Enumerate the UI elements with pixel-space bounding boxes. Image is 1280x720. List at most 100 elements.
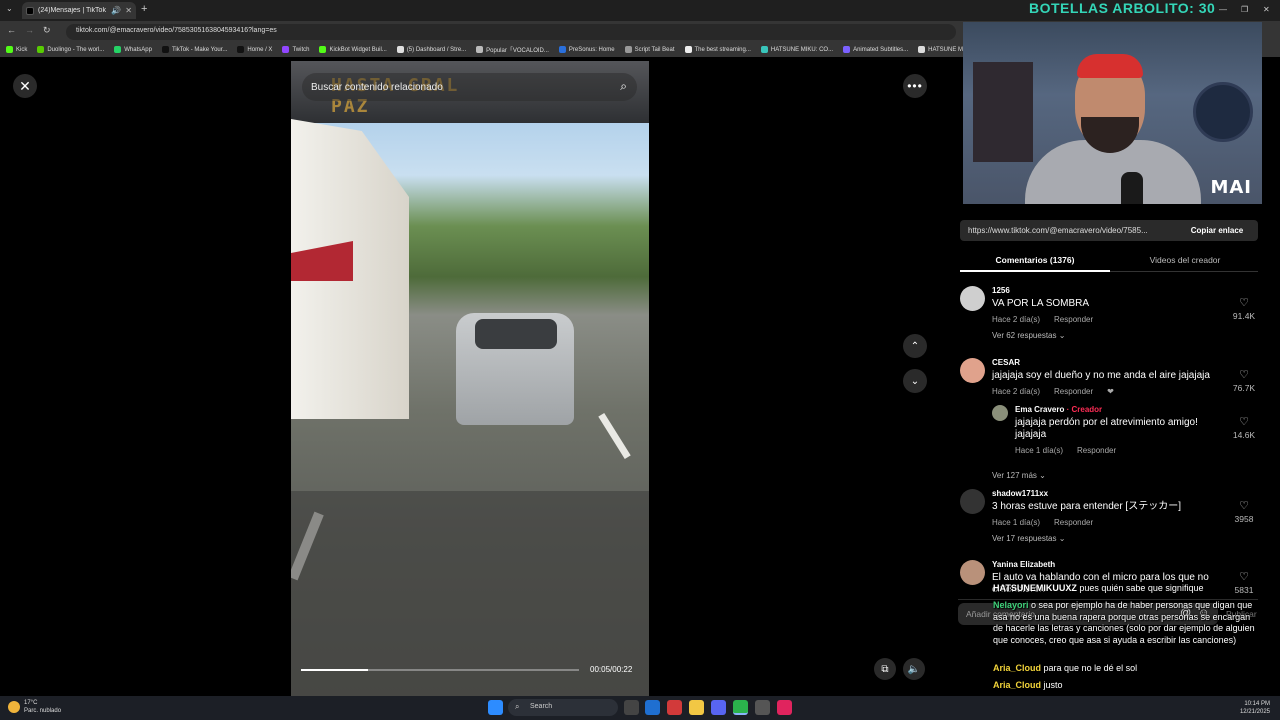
close-video-button[interactable]: ✕ [13,74,37,98]
tab-audio-icon[interactable]: 🔊 [111,6,121,15]
heart-icon[interactable]: ♡ [1224,499,1264,512]
reply-button[interactable]: Responder [1054,315,1093,324]
related-search-input[interactable]: Buscar contenido relacionado ⌕ [302,73,637,101]
bookmark-item[interactable]: Script Tail Beat [624,46,675,53]
avatar[interactable] [960,286,985,311]
bookmark-label: Popular「VOCALOID... [486,48,549,54]
chat-text: o sea por ejemplo ha de haber personas q… [993,600,1255,645]
reload-icon[interactable]: ↻ [43,25,51,36]
app-icon[interactable] [667,700,682,715]
tab-close-icon[interactable]: ✕ [125,6,132,15]
forward-icon[interactable]: → [25,25,34,35]
reply-button[interactable]: Responder [1054,387,1093,396]
weather-widget[interactable]: 17°C Parc. nublado [8,699,61,715]
new-tab-button[interactable]: + [141,3,147,15]
avatar[interactable] [992,405,1008,421]
url-bar[interactable]: tiktok.com/@emacravero/video/75853051638… [66,24,956,40]
bookmark-favicon-icon [476,46,484,53]
avatar[interactable] [960,560,985,585]
video-progress-bar[interactable] [301,669,579,671]
heart-icon[interactable]: ♡ [1224,368,1264,381]
view-more-row: Ver 127 más ⌄ [960,464,1270,480]
maximize-button[interactable]: ❐ [1241,5,1248,14]
comment-user[interactable]: Yanina Elizabeth [992,560,1232,569]
heart-icon[interactable]: ♡ [1224,296,1264,309]
tab-creator-videos[interactable]: Videos del creador [1110,255,1260,265]
more-options-button[interactable]: ••• [903,74,927,98]
reply-button[interactable]: Responder [1077,446,1116,455]
comment-user[interactable]: CESAR [992,358,1232,367]
view-replies-link[interactable]: Ver 17 respuestas [992,534,1056,543]
bookmark-label: Script Tail Beat [634,46,675,53]
browser-tab-tiktok[interactable]: (24)Mensajes | TikTok 🔊 ✕ [22,2,136,19]
chevron-down-icon: ⌄ [1058,534,1066,543]
avatar[interactable] [960,358,985,383]
avatar[interactable] [960,489,985,514]
heart-icon[interactable]: ♡ [1224,570,1264,583]
video-player[interactable]: HASTA GRAL PAZ [291,61,649,696]
next-video-button[interactable]: ⌄ [903,369,927,393]
active-tab-indicator [960,270,1110,272]
settings-icon[interactable] [755,700,770,715]
bookmark-favicon-icon [396,46,404,53]
bookmark-item[interactable]: PreSonus: Home [558,46,615,53]
bookmark-item[interactable]: TikTok - Make Your... [161,46,227,53]
bookmark-item[interactable]: The best streaming... [684,46,751,53]
chat-username: Aria_Cloud [993,680,1042,690]
search-icon[interactable]: ⌕ [620,79,627,94]
comment-user[interactable]: 1256 [992,286,1232,295]
bookmark-item[interactable]: Twitch [282,46,309,53]
view-replies-link[interactable]: Ver 62 respuestas [992,331,1056,340]
comment-item: CESAR jajajaja soy el dueño y no me anda… [960,358,1270,398]
comment-text: jajajaja soy el dueño y no me anda el ai… [992,370,1210,381]
bookmark-item[interactable]: KickBot Widget Buil... [319,46,387,53]
like-count: 91.4K [1232,311,1256,321]
floating-player-button[interactable]: ⧉ [874,658,896,680]
previous-video-button[interactable]: ⌃ [903,334,927,358]
search-icon: ⌕ [515,702,520,711]
tab-comments[interactable]: Comentarios (1376) [960,255,1110,265]
tab-list-icon[interactable]: ⌄ [6,4,13,13]
minimize-button[interactable]: — [1219,5,1227,14]
bookmark-item[interactable]: Home / X [237,46,272,53]
bookmark-label: KickBot Widget Buil... [329,46,387,53]
comment-item: 1256 VA POR LA SOMBRA Hace 2 día(s) Respo… [960,286,1270,346]
video-link[interactable]: https://www.tiktok.com/@emacravero/video… [968,226,1176,235]
chrome-icon[interactable] [733,700,748,715]
comment-user[interactable]: shadow1711xx [992,489,1232,498]
webcam-drums [1193,82,1253,142]
volume-button[interactable]: 🔈 [903,658,925,680]
bookmark-item[interactable]: HATSUNE M [918,46,963,53]
view-more-link[interactable]: Ver 127 más [992,471,1037,480]
chat-username: Aria_Cloud [993,663,1042,673]
heart-icon[interactable]: ♡ [1224,415,1264,428]
streamer-cap [1077,54,1143,78]
bookmark-favicon-icon [37,46,45,53]
bookmark-item[interactable]: (5) Dashboard / Stre... [396,46,467,53]
window-close-button[interactable]: ✕ [1263,5,1270,14]
bookmark-item[interactable]: Duolingo - The worl... [37,46,104,53]
reply-button[interactable]: Responder [1054,518,1093,527]
clock-time: 10:14 PM [1244,701,1270,707]
bookmark-item[interactable]: WhatsApp [114,46,152,53]
bookmark-favicon-icon [558,46,566,53]
bookmark-item[interactable]: HATSUNE MIKU: CO... [760,46,833,53]
bookmark-item[interactable]: Kick [6,46,27,53]
bookmark-favicon-icon [6,46,13,53]
discord-icon[interactable] [711,700,726,715]
bookmark-item[interactable]: Animated Subtitles... [843,46,908,53]
file-explorer-icon[interactable] [689,700,704,715]
edge-icon[interactable] [645,700,660,715]
windows-start-icon[interactable] [488,700,503,715]
bookmark-item[interactable]: Popular「VOCALOID... [476,45,549,54]
comment-user[interactable]: Ema Cravero [1015,405,1064,414]
task-view-icon[interactable] [624,700,639,715]
taskbar-search[interactable]: ⌕ Search [508,699,618,716]
comment-item: Yanina Elizabeth El auto va hablando con… [960,560,1270,600]
back-icon[interactable]: ← [7,25,16,35]
music-app-icon[interactable] [777,700,792,715]
bookmark-label: (5) Dashboard / Stre... [406,46,467,53]
tab-title: (24)Mensajes | TikTok [38,7,106,14]
system-clock[interactable]: 10:14 PM 12/21/2025 [1240,700,1270,716]
copy-link-button[interactable]: Copiar enlace [1176,226,1258,235]
